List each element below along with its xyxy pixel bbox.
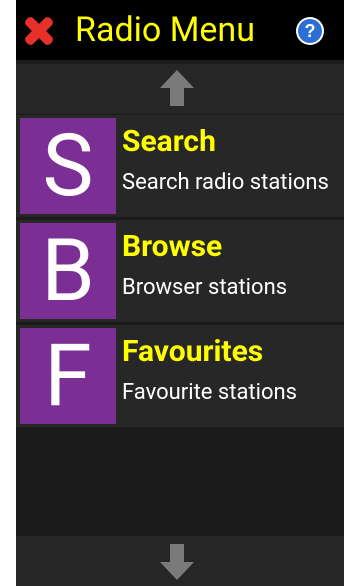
scroll-down-button[interactable] <box>16 536 344 586</box>
menu-item-title: Browse <box>122 229 223 264</box>
page-title: Radio Menu <box>75 10 255 50</box>
arrow-up-icon <box>160 70 194 106</box>
menu-item-title: Search <box>122 124 216 159</box>
menu-item-subtitle: Favourite stations <box>122 380 298 405</box>
help-glyph: ? <box>305 21 316 41</box>
arrow-down-icon <box>160 544 194 580</box>
letter-tile: S <box>20 118 116 214</box>
menu-item-favourites[interactable]: F Favourites Favourite stations <box>16 325 344 427</box>
menu-item-subtitle: Browser stations <box>122 275 288 300</box>
radio-menu-screen: Radio Menu ? S Search Search radio stati… <box>16 0 344 586</box>
close-icon[interactable] <box>22 14 56 48</box>
scroll-up-button[interactable] <box>16 64 344 114</box>
title-bar: Radio Menu ? <box>16 0 344 60</box>
help-icon[interactable]: ? <box>295 16 325 46</box>
menu-item-browse[interactable]: B Browse Browser stations <box>16 220 344 322</box>
menu-item-search[interactable]: S Search Search radio stations <box>16 115 344 217</box>
menu-item-subtitle: Search radio stations <box>122 170 329 195</box>
letter-tile: F <box>20 328 116 424</box>
menu-item-title: Favourites <box>122 334 264 369</box>
empty-list-area <box>16 430 344 534</box>
letter-tile: B <box>20 223 116 319</box>
